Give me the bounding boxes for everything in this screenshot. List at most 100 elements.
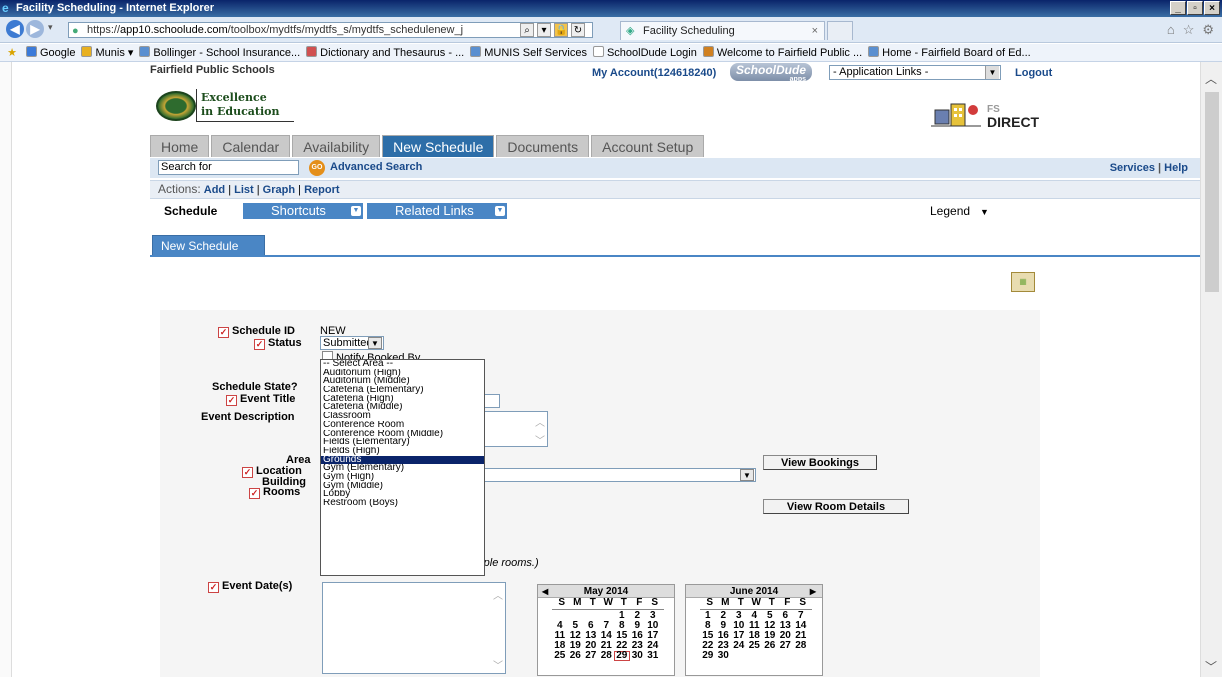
favorite-link[interactable]: Home - Fairfield Board of Ed... — [868, 44, 1031, 61]
services-link[interactable]: Services — [1110, 162, 1155, 174]
search-input[interactable]: Search for — [158, 160, 299, 175]
subtab-new-schedule[interactable]: New Schedule — [152, 235, 265, 256]
favorite-link[interactable]: SchoolDude Login — [592, 44, 697, 61]
forward-icon[interactable]: ▶ — [26, 20, 44, 38]
calendar-day[interactable]: 27 — [583, 651, 599, 661]
scrollbar-thumb[interactable] — [1205, 92, 1219, 292]
area-option[interactable]: -- Select Area -- — [321, 360, 484, 369]
favorite-link[interactable]: Welcome to Fairfield Public ... — [702, 44, 862, 61]
event-description-input[interactable]: ︿ ﹀ — [484, 411, 548, 447]
area-option[interactable]: Grounds — [321, 455, 484, 465]
action-graph-link[interactable]: Graph — [263, 184, 295, 196]
action-list-link[interactable]: List — [234, 184, 254, 196]
building-select[interactable]: ▼ — [484, 468, 756, 482]
area-option[interactable]: Gym (High) — [321, 473, 484, 482]
area-option[interactable]: Lobby — [321, 490, 484, 499]
calendar-day[interactable]: 26 — [762, 641, 778, 651]
calendar-may[interactable]: May 2014 ◀ S M T W T F S 1 2 3 4 5 6 7 8 9 10 11 12 13 14 15 16 1… — [537, 584, 675, 676]
tab-home[interactable]: Home — [150, 135, 210, 157]
calendar-june[interactable]: June 2014 ▶ S M T W T F S 1 2 3 4 5 6 7 8 9 10 11 12 13 14 15 16… — [685, 584, 823, 676]
area-option[interactable]: Auditorium (High) — [321, 369, 484, 378]
advanced-search-link[interactable]: Advanced Search — [330, 161, 422, 173]
area-option[interactable]: Conference Room — [321, 421, 484, 430]
my-account-link[interactable]: My Account(124618240) — [592, 67, 716, 79]
calendar-day[interactable]: 29 — [700, 651, 716, 661]
vertical-scrollbar[interactable]: ︿ ﹀ — [1200, 62, 1222, 677]
shortcuts-menu[interactable]: Shortcuts ▼ — [243, 203, 363, 219]
related-links-menu[interactable]: Related Links ▼ — [367, 203, 507, 219]
calendar-day[interactable]: 24 — [731, 641, 747, 651]
area-option[interactable]: Conference Room (Middle) — [321, 430, 484, 439]
calendar-day[interactable]: 26 — [568, 651, 584, 661]
status-select[interactable]: Submitted ▼ — [320, 336, 384, 350]
area-option[interactable]: Cafeteria (Elementary) — [321, 386, 484, 395]
logout-link[interactable]: Logout — [1015, 67, 1052, 79]
favorite-link[interactable]: Dictionary and Thesaurus - ... — [306, 44, 464, 61]
close-window-button[interactable]: × — [1204, 1, 1220, 15]
search-icon[interactable]: ⌕ — [520, 23, 534, 37]
new-tab-button[interactable] — [827, 21, 853, 40]
print-icon[interactable]: ▦ — [1011, 272, 1035, 292]
refresh-icon[interactable]: ↻ — [571, 23, 585, 37]
calendar-day[interactable]: 30 — [630, 651, 646, 661]
back-icon[interactable]: ◀ — [6, 20, 24, 38]
favorite-link[interactable]: Bollinger - School Insurance... — [139, 44, 300, 61]
event-dates-input[interactable]: ︿ ﹀ — [322, 582, 506, 674]
maximize-button[interactable]: ▫ — [1187, 1, 1203, 15]
address-bar[interactable]: ● https://app10.schoolude.com/toolbox/my… — [68, 22, 593, 38]
area-option[interactable]: Gym (Middle) — [321, 482, 484, 491]
tab-account-setup[interactable]: Account Setup — [591, 135, 705, 157]
action-add-link[interactable]: Add — [204, 184, 225, 196]
tab-availability[interactable]: Availability — [292, 135, 381, 157]
action-report-link[interactable]: Report — [304, 184, 339, 196]
area-option[interactable]: Restroom (Boys) — [321, 499, 484, 508]
home-icon[interactable]: ⌂ — [1167, 22, 1175, 38]
tab-new-schedule[interactable]: New Schedule — [382, 135, 495, 157]
help-link[interactable]: Help — [1164, 162, 1188, 174]
application-links-select[interactable]: - Application Links - ▼ — [829, 65, 1001, 80]
area-option[interactable]: Cafeteria (High) — [321, 395, 484, 404]
legend-menu[interactable]: Legend ▼ — [930, 204, 989, 218]
area-option[interactable]: Fields (High) — [321, 447, 484, 456]
favorite-link[interactable]: MUNIS Self Services — [470, 44, 587, 61]
scroll-up-icon[interactable]: ︿ — [535, 414, 545, 429]
favorites-star-icon[interactable]: ★ — [7, 44, 17, 61]
area-option[interactable]: Fields (Elementary) — [321, 438, 484, 447]
go-button[interactable]: GO — [309, 160, 325, 176]
minimize-button[interactable]: _ — [1170, 1, 1186, 15]
area-option[interactable]: Classroom — [321, 412, 484, 421]
calendar-day[interactable]: 29 — [614, 651, 630, 661]
calendar-day[interactable]: 25 — [552, 651, 568, 661]
calendar-day[interactable]: 31 — [645, 651, 661, 661]
gear-icon[interactable]: ⚙ — [1202, 22, 1214, 38]
browser-tab-facility-scheduling[interactable]: ◈ Facility Scheduling × — [620, 21, 825, 40]
area-option[interactable]: Gym (Elementary) — [321, 464, 484, 473]
area-option[interactable]: Cafeteria (Middle) — [321, 403, 484, 412]
dropdown-icon[interactable]: ▾ — [537, 23, 551, 37]
event-title-input[interactable] — [484, 394, 500, 408]
favorite-link[interactable]: Munis ▾ — [81, 44, 133, 61]
favorite-link[interactable]: Google — [26, 44, 75, 61]
close-tab-icon[interactable]: × — [812, 22, 818, 40]
scroll-up-icon[interactable]: ︿ — [493, 587, 503, 602]
scroll-down-icon[interactable]: ﹀ — [1205, 658, 1217, 675]
lock-icon[interactable]: 🔒 — [554, 23, 568, 37]
area-option[interactable]: Auditorium (Middle) — [321, 377, 484, 386]
view-bookings-button[interactable]: View Bookings — [763, 455, 877, 470]
area-dropdown-list[interactable]: -- Select Area -- Auditorium (High) Audito… — [320, 359, 485, 576]
scroll-down-icon[interactable]: ﹀ — [493, 657, 503, 672]
calendar-day[interactable]: 28 — [793, 641, 809, 651]
calendar-day[interactable]: 27 — [778, 641, 794, 651]
tab-calendar[interactable]: Calendar — [211, 135, 291, 157]
scroll-down-icon[interactable]: ﹀ — [535, 432, 545, 447]
scroll-up-icon[interactable]: ︿ — [1205, 70, 1217, 87]
tab-documents[interactable]: Documents — [496, 135, 590, 157]
history-dropdown-icon[interactable]: ▾ — [48, 22, 53, 33]
view-room-details-button[interactable]: View Room Details — [763, 499, 909, 514]
calendar-day[interactable]: 28 — [599, 651, 615, 661]
calendar-day[interactable]: 25 — [747, 641, 763, 651]
next-month-icon[interactable]: ▶ — [810, 585, 816, 598]
prev-month-icon[interactable]: ◀ — [542, 585, 548, 598]
calendar-day[interactable]: 30 — [716, 651, 732, 661]
favorites-star-icon[interactable]: ☆ — [1183, 22, 1195, 38]
